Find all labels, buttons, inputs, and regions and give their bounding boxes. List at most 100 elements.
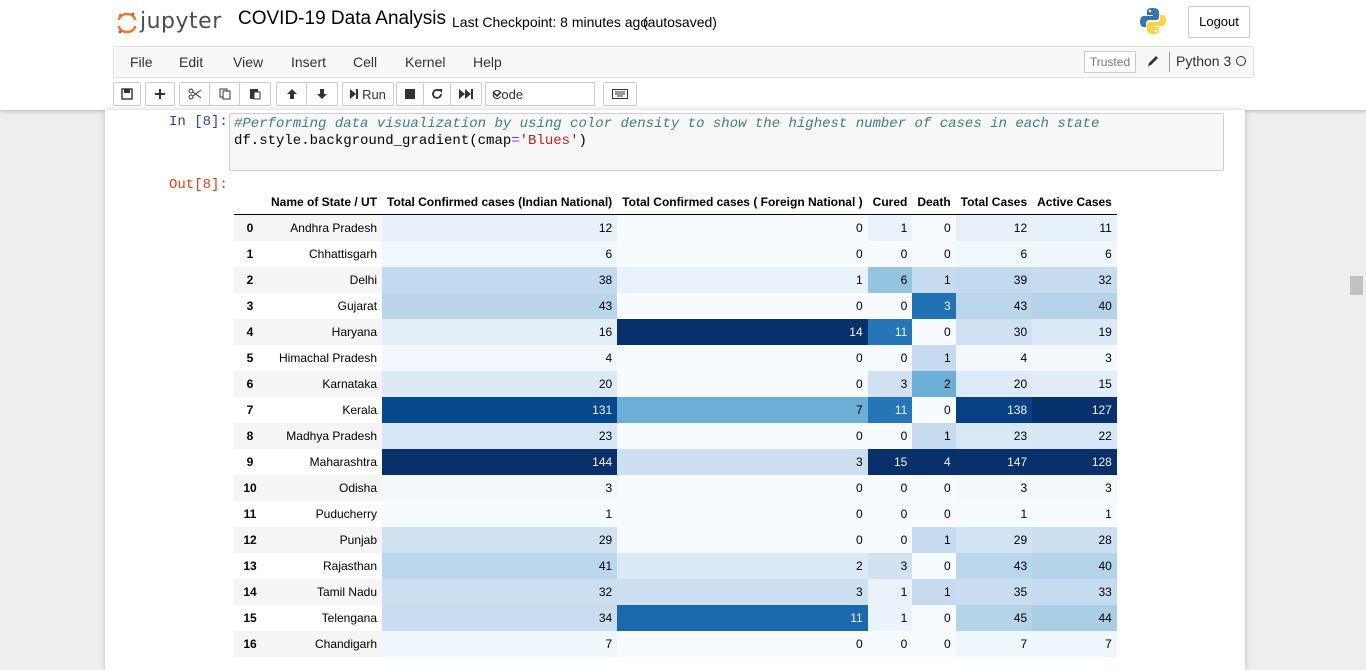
state-name-cell: Rajasthan	[322, 559, 378, 573]
value-cell: 3	[867, 371, 913, 397]
cell-type-select[interactable]: Code	[485, 82, 595, 106]
plus-icon	[154, 88, 166, 100]
table-row: 0 Andhra Pradesh 12 0 1 0 12 11	[234, 214, 1117, 241]
row-index: 5	[246, 351, 254, 365]
code-line-call: df.style.background_gradient(cmap='Blues…	[234, 133, 587, 149]
value-cell: 0	[617, 293, 868, 319]
value-cell: 0	[617, 631, 868, 657]
table-row: 15 Telengana 34 11 1 0 45 44	[234, 605, 1117, 631]
row-index: 12	[243, 533, 257, 547]
row-index: 8	[246, 429, 254, 443]
chevron-down-icon	[492, 87, 588, 102]
column-header: Total Confirmed cases (Indian National)	[382, 190, 618, 215]
restart-button[interactable]	[423, 82, 451, 106]
run-all-button[interactable]	[450, 82, 482, 106]
move-down-button[interactable]	[306, 82, 338, 106]
table-row: 9 Maharashtra 144 3 15 4 147 128	[234, 449, 1117, 475]
value-cell: 0	[912, 501, 956, 527]
state-name-cell: Chhattisgarh	[308, 247, 378, 261]
row-index: 2	[246, 273, 254, 287]
scrollbar-thumb[interactable]	[1350, 276, 1363, 295]
table-row: 12 Punjab 29 0 0 1 29 28	[234, 527, 1117, 553]
value-cell: 0	[867, 475, 913, 501]
trusted-indicator[interactable]: Trusted	[1084, 51, 1136, 73]
value-cell: 40	[1032, 553, 1117, 579]
value-cell: 1	[912, 579, 956, 605]
output-prompt: Out[8]:	[169, 177, 228, 193]
value-cell: 6	[867, 267, 913, 293]
jupyter-logo[interactable]: jupyter	[117, 6, 222, 36]
menu-help[interactable]: Help	[473, 54, 502, 70]
edit-pencil-icon[interactable]	[1146, 53, 1160, 69]
save-icon	[121, 88, 133, 100]
value-cell: 0	[912, 553, 956, 579]
value-cell: 0	[617, 501, 868, 527]
copy-icon	[219, 88, 231, 100]
run-label: Run	[362, 86, 386, 102]
value-cell: 127	[1032, 397, 1117, 423]
value-cell: 7	[1032, 631, 1117, 657]
interrupt-button[interactable]	[396, 82, 424, 106]
row-index: 7	[246, 403, 254, 417]
save-button[interactable]	[113, 82, 141, 106]
notebook-header: jupyter COVID-19 Data Analysis Last Chec…	[0, 0, 1366, 110]
row-index: 15	[243, 611, 257, 625]
state-name-cell: Gujarat	[337, 299, 378, 313]
paste-button[interactable]	[239, 82, 271, 106]
kernel-name[interactable]: Python 3	[1176, 53, 1231, 69]
paste-icon	[249, 88, 261, 100]
table-row: 2 Delhi 38 1 6 1 39 32	[234, 267, 1117, 293]
value-cell: 0	[867, 293, 913, 319]
value-cell: 0	[617, 214, 868, 241]
jupyter-wordmark: jupyter	[140, 8, 222, 34]
value-cell: 0	[912, 319, 956, 345]
row-index: 4	[246, 325, 254, 339]
code-cell-input[interactable]: #Performing data visualization by using …	[229, 113, 1224, 171]
value-cell: 1	[867, 214, 913, 241]
value-cell: 40	[1032, 293, 1117, 319]
table-row: 7 Kerala 131 7 11 0 138 127	[234, 397, 1117, 423]
logout-button[interactable]: Logout	[1188, 6, 1250, 38]
menu-file[interactable]: File	[130, 54, 153, 70]
menu-view[interactable]: View	[233, 54, 263, 70]
state-name-cell: Kerala	[342, 403, 378, 417]
copy-button[interactable]	[209, 82, 241, 106]
row-index: 14	[243, 585, 257, 599]
menu-kernel[interactable]: Kernel	[405, 54, 445, 70]
value-cell: 128	[1032, 449, 1117, 475]
row-index: 0	[246, 221, 254, 235]
value-cell: 0	[912, 631, 956, 657]
value-cell: 2	[617, 553, 868, 579]
menu-cell[interactable]: Cell	[353, 54, 377, 70]
value-cell: 15	[867, 449, 913, 475]
index-header	[234, 190, 266, 215]
cut-icon	[188, 88, 202, 100]
kernel-status-icon	[1236, 56, 1246, 66]
value-cell: 3	[912, 293, 956, 319]
menu-edit[interactable]: Edit	[179, 54, 203, 70]
keyboard-icon	[612, 89, 628, 99]
value-cell: 12	[955, 214, 1033, 241]
run-button[interactable]: Run	[342, 82, 394, 106]
move-up-button[interactable]	[276, 82, 308, 106]
state-name-cell: Telengana	[321, 611, 378, 625]
value-cell: 3	[1032, 345, 1117, 371]
insert-cell-button[interactable]	[145, 82, 175, 106]
value-cell: 4	[382, 345, 618, 371]
code-comment: #Performing data visualization by using …	[234, 116, 1100, 132]
notebook-title[interactable]: COVID-19 Data Analysis	[238, 8, 446, 30]
column-header: Total Cases	[955, 190, 1033, 215]
value-cell: 1	[912, 267, 956, 293]
row-index: 9	[246, 455, 254, 469]
value-cell: 7	[955, 631, 1033, 657]
value-cell: 131	[382, 397, 618, 423]
value-cell: 4	[955, 345, 1033, 371]
menu-insert[interactable]: Insert	[291, 54, 326, 70]
value-cell: 0	[617, 371, 868, 397]
value-cell: 29	[955, 527, 1033, 553]
menu-bar: File Edit View Insert Cell Kernel Help T…	[113, 46, 1254, 78]
table-row: 11 Puducherry 1 0 0 0 1 1	[234, 501, 1117, 527]
command-palette-button[interactable]	[603, 82, 637, 106]
cut-button[interactable]	[179, 82, 211, 106]
input-prompt: In [8]:	[169, 114, 228, 130]
